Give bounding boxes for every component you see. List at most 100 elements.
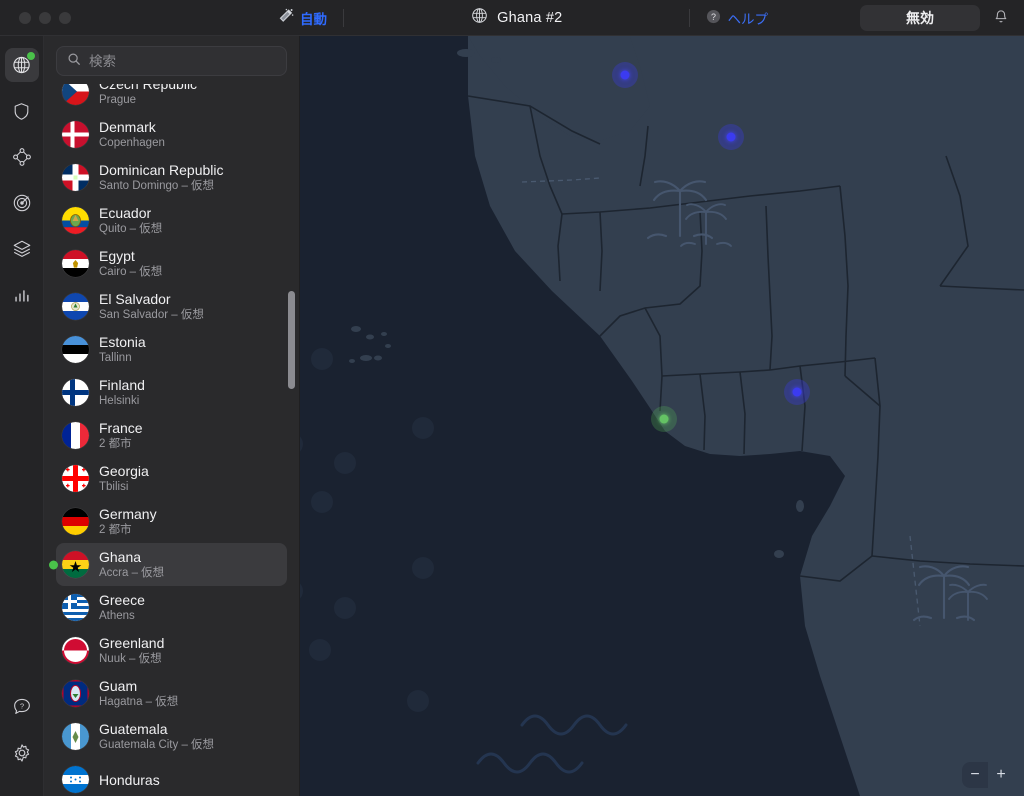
country-row-text: France 2 都市 bbox=[99, 420, 143, 451]
marker-core bbox=[659, 414, 669, 424]
titlebar-divider bbox=[343, 8, 344, 27]
marker-core bbox=[620, 70, 630, 80]
country-row-text: Finland Helsinki bbox=[99, 377, 145, 408]
flag-icon-fi bbox=[62, 379, 89, 406]
country-subtitle: Prague bbox=[99, 94, 137, 106]
country-subtitle: Hagatna – 仮想 bbox=[99, 696, 179, 708]
marker-core bbox=[726, 132, 736, 142]
country-name: El Salvador bbox=[99, 291, 171, 307]
flag-icon-ec bbox=[62, 207, 89, 234]
country-name: Greece bbox=[99, 592, 145, 608]
marker-blue-1[interactable] bbox=[612, 62, 638, 88]
sidebar-scrollbar[interactable] bbox=[288, 291, 295, 389]
flag-icon-cz bbox=[62, 84, 89, 105]
country-row-de[interactable]: Germany 2 都市 bbox=[56, 500, 287, 543]
title-bar: 自動 Ghana #2 ? ヘルプ 無効 bbox=[0, 0, 1024, 36]
country-name: Czech Republic bbox=[99, 84, 198, 92]
sidebar-item-globe[interactable] bbox=[4, 48, 39, 82]
flag-icon-ee bbox=[62, 336, 89, 363]
country-row-fr[interactable]: France 2 都市 bbox=[56, 414, 287, 457]
country-row-fi[interactable]: Finland Helsinki bbox=[56, 371, 287, 414]
connected-status-dot bbox=[49, 560, 58, 569]
sidebar-item-layers[interactable] bbox=[5, 232, 39, 266]
country-row-dk[interactable]: Denmark Copenhagen bbox=[56, 113, 287, 156]
country-name: Egypt bbox=[99, 248, 135, 264]
close-button[interactable] bbox=[19, 11, 31, 24]
country-subtitle: 2 都市 bbox=[99, 524, 132, 536]
flag-icon-eg bbox=[62, 250, 89, 277]
country-row-ee[interactable]: Estonia Tallinn bbox=[56, 328, 287, 371]
country-row-text: Germany 2 都市 bbox=[99, 506, 157, 537]
marker-core bbox=[792, 387, 802, 397]
country-subtitle: San Salvador – 仮想 bbox=[99, 309, 204, 321]
marker-blue-3[interactable] bbox=[784, 379, 810, 405]
country-subtitle: Tallinn bbox=[99, 352, 132, 364]
country-name: Finland bbox=[99, 377, 145, 393]
zoom-in-button[interactable]: + bbox=[988, 762, 1014, 788]
gear-icon[interactable] bbox=[5, 736, 39, 770]
country-list-inner: Czech Republic Prague Denmark Copenhagen Dom… bbox=[49, 84, 287, 796]
sidebar-item-network[interactable] bbox=[5, 140, 39, 174]
country-subtitle: Copenhagen bbox=[99, 137, 165, 149]
country-row-ec[interactable]: Ecuador Quito – 仮想 bbox=[56, 199, 287, 242]
help-button[interactable]: ? ヘルプ bbox=[690, 4, 784, 32]
country-name: France bbox=[99, 420, 143, 436]
country-name: Guatemala bbox=[99, 721, 168, 737]
traffic-lights[interactable] bbox=[0, 11, 71, 24]
country-name: Estonia bbox=[99, 334, 146, 350]
country-name: Greenland bbox=[99, 635, 165, 651]
map-canvas[interactable]: − + bbox=[300, 36, 1024, 796]
country-row-gt[interactable]: Guatemala Guatemala City – 仮想 bbox=[56, 715, 287, 758]
country-row-gl[interactable]: Greenland Nuuk – 仮想 bbox=[56, 629, 287, 672]
country-name: Germany bbox=[99, 506, 157, 522]
country-row-ge[interactable]: Georgia Tbilisi bbox=[56, 457, 287, 500]
country-subtitle: Accra – 仮想 bbox=[99, 567, 165, 579]
search-box[interactable] bbox=[56, 46, 287, 76]
country-row-text: Dominican Republic Santo Domingo – 仮想 bbox=[99, 162, 224, 193]
flag-icon-de bbox=[62, 508, 89, 535]
sidebar-item-statistics[interactable] bbox=[5, 278, 39, 312]
country-row-sv[interactable]: El Salvador San Salvador – 仮想 bbox=[56, 285, 287, 328]
sidebar-item-shield[interactable] bbox=[5, 94, 39, 128]
country-row-text: Ecuador Quito – 仮想 bbox=[99, 205, 162, 236]
help-bubble-icon[interactable]: ? bbox=[5, 690, 39, 724]
maximize-button[interactable] bbox=[59, 11, 71, 24]
flag-icon-gh bbox=[62, 551, 89, 578]
country-row-gr[interactable]: Greece Athens bbox=[56, 586, 287, 629]
country-list[interactable]: Czech Republic Prague Denmark Copenhagen Dom… bbox=[44, 84, 299, 796]
country-name: Denmark bbox=[99, 119, 156, 135]
titlebar-right: 無効 bbox=[860, 0, 1012, 36]
help-label: ヘルプ bbox=[727, 11, 768, 27]
disable-button[interactable]: 無効 bbox=[860, 5, 980, 31]
country-row-eg[interactable]: Egypt Cairo – 仮想 bbox=[56, 242, 287, 285]
country-row-gh[interactable]: Ghana Accra – 仮想 bbox=[49, 543, 287, 586]
zoom-controls[interactable]: − + bbox=[962, 762, 1014, 788]
country-sidebar: Czech Republic Prague Denmark Copenhagen Dom… bbox=[44, 36, 300, 796]
minimize-button[interactable] bbox=[39, 11, 51, 24]
marker-green-accra[interactable] bbox=[651, 406, 677, 432]
search-input[interactable] bbox=[89, 53, 276, 69]
flag-icon-do bbox=[62, 164, 89, 191]
search-icon bbox=[67, 52, 81, 71]
country-row-hn[interactable]: Honduras bbox=[56, 758, 287, 796]
scrollbar-thumb[interactable] bbox=[288, 291, 295, 389]
sidebar-item-target[interactable] bbox=[5, 186, 39, 220]
country-subtitle: Santo Domingo – 仮想 bbox=[99, 180, 215, 192]
marker-blue-2[interactable] bbox=[718, 124, 744, 150]
country-row-do[interactable]: Dominican Republic Santo Domingo – 仮想 bbox=[56, 156, 287, 199]
country-name: Georgia bbox=[99, 463, 149, 479]
country-row-cz[interactable]: Czech Republic Prague bbox=[56, 84, 287, 113]
app-body: ? 検索 Czech Republic Prague Denmark Copen… bbox=[0, 36, 1024, 796]
flag-icon-fr bbox=[62, 422, 89, 449]
country-name: Dominican Republic bbox=[99, 162, 224, 178]
connection-title: Ghana #2 bbox=[471, 7, 562, 29]
bell-icon[interactable] bbox=[992, 8, 1012, 28]
country-subtitle: Guatemala City – 仮想 bbox=[99, 739, 215, 751]
icon-rail: ? bbox=[0, 36, 44, 796]
country-row-text: Denmark Copenhagen bbox=[99, 119, 165, 150]
auto-mode-button[interactable]: 自動 bbox=[262, 4, 343, 32]
country-row-text: Czech Republic Prague bbox=[99, 84, 197, 107]
zoom-out-button[interactable]: − bbox=[962, 762, 988, 788]
country-row-text: Guatemala Guatemala City – 仮想 bbox=[99, 721, 214, 752]
country-row-gu[interactable]: Guam Hagatna – 仮想 bbox=[56, 672, 287, 715]
